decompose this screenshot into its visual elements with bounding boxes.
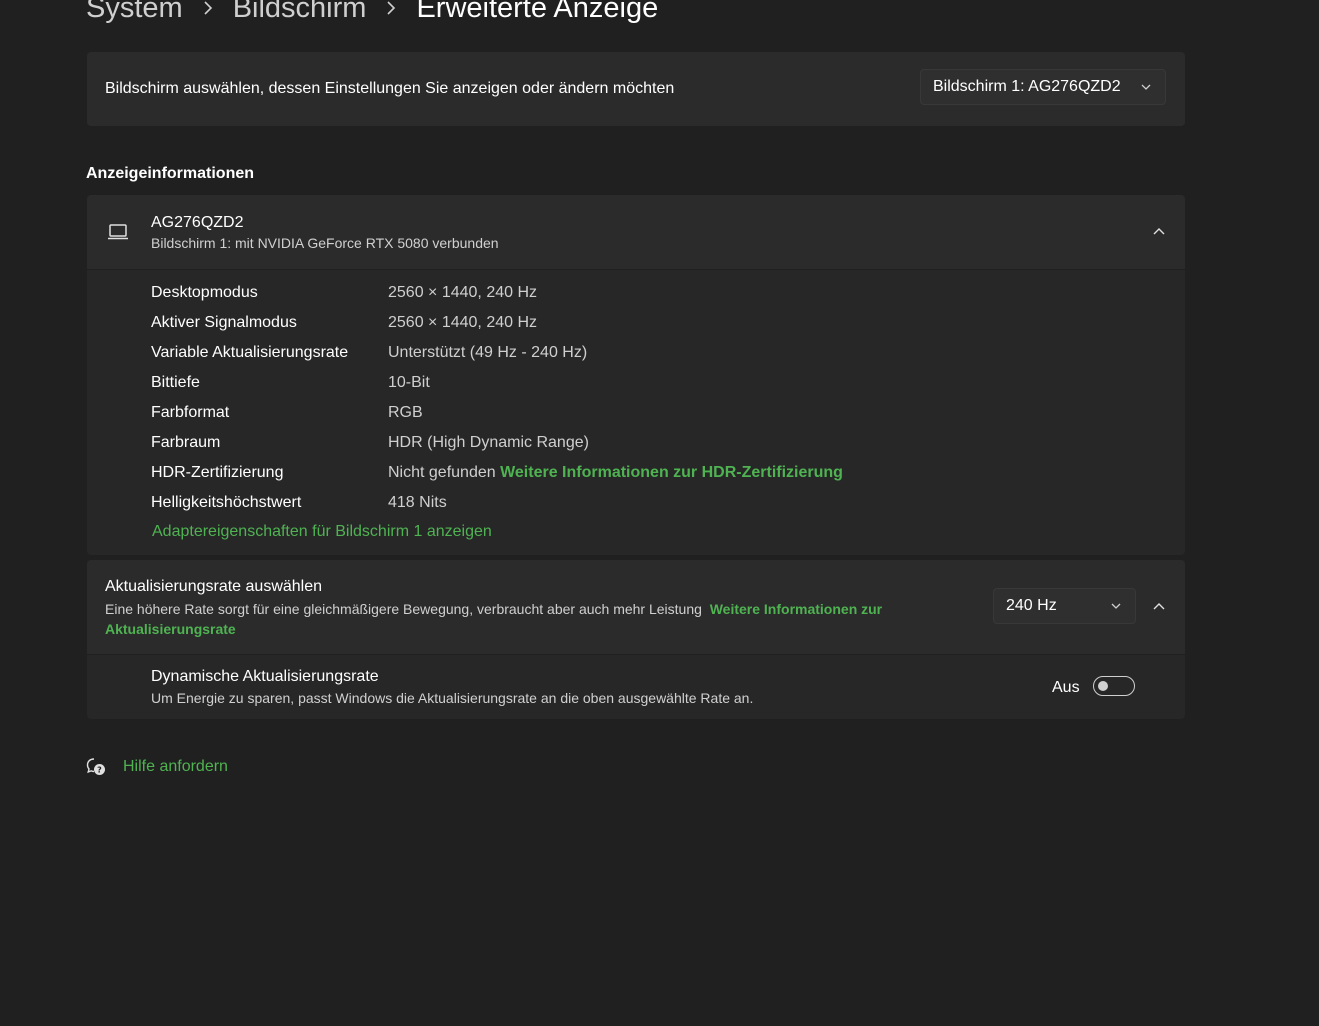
refresh-rate-description: Eine höhere Rate sorgt für eine gleichmä… (105, 599, 955, 639)
select-display-label: Bildschirm auswählen, dessen Einstellung… (105, 80, 675, 97)
refresh-rate-title: Aktualisierungsrate auswählen (105, 578, 323, 595)
section-title-display-info: Anzeigeinformationen (86, 165, 255, 182)
info-key: Variable Aktualisierungsrate (151, 344, 349, 361)
chevron-up-icon[interactable] (1153, 601, 1165, 613)
svg-text:?: ? (97, 766, 102, 775)
breadcrumb-item-system[interactable]: System (86, 0, 183, 28)
chevron-right-icon (203, 1, 213, 15)
refresh-rate-dropdown[interactable]: 240 Hz (993, 588, 1136, 624)
info-value: RGB (388, 404, 423, 421)
info-value: HDR (High Dynamic Range) (388, 434, 589, 451)
info-key: HDR-Zertifizierung (151, 464, 284, 481)
laptop-icon (108, 224, 128, 240)
breadcrumb-item-bildschirm[interactable]: Bildschirm (233, 0, 367, 28)
page-title: Erweiterte Anzeige (416, 0, 659, 24)
select-display-card: Bildschirm auswählen, dessen Einstellung… (87, 52, 1185, 126)
info-value: Nicht gefunden (388, 464, 496, 481)
info-key: Aktiver Signalmodus (151, 314, 297, 331)
info-value: 2560 × 1440, 240 Hz (388, 284, 538, 301)
chevron-down-icon (1141, 84, 1151, 90)
refresh-rate-description-text: Eine höhere Rate sorgt für eine gleichmä… (105, 601, 702, 617)
breadcrumb: System Bildschirm Erweiterte Anzeige (86, 0, 658, 28)
info-value: 418 Nits (388, 494, 447, 511)
refresh-rate-card: Aktualisierungsrate auswählen Eine höher… (87, 560, 1185, 654)
info-key: Farbformat (151, 404, 230, 421)
dynamic-refresh-toggle[interactable] (1093, 676, 1135, 696)
chevron-right-icon (386, 1, 396, 15)
info-key: Farbraum (151, 434, 221, 451)
info-value: 2560 × 1440, 240 Hz (388, 314, 538, 331)
help-label[interactable]: Hilfe anfordern (123, 758, 228, 776)
refresh-rate-value: 240 Hz (1006, 597, 1057, 614)
info-key: Desktopmodus (151, 284, 258, 301)
dynamic-refresh-state: Aus (1052, 679, 1080, 696)
help-link[interactable]: ? Hilfe anfordern (86, 757, 228, 777)
help-chat-icon: ? (86, 758, 105, 775)
info-value: Unterstützt (49 Hz - 240 Hz) (388, 344, 588, 361)
toggle-knob (1098, 681, 1108, 691)
info-value-with-link: Nicht gefunden Weitere Informationen zur… (388, 462, 843, 484)
info-key: Helligkeitshöchstwert (151, 494, 302, 511)
info-value: 10-Bit (388, 374, 430, 391)
chevron-down-icon (1111, 603, 1121, 609)
dynamic-refresh-description: Um Energie zu sparen, passt Windows die … (151, 690, 754, 706)
advanced-display-page: System Bildschirm Erweiterte Anzeige Bil… (0, 0, 1319, 1026)
info-key: Bittiefe (151, 374, 200, 391)
chevron-up-icon[interactable] (1153, 226, 1165, 238)
display-info-header[interactable]: AG276QZD2 Bildschirm 1: mit NVIDIA GeFor… (87, 195, 1185, 269)
display-info-details: Desktopmodus 2560 × 1440, 240 Hz Aktiver… (87, 270, 1185, 555)
display-select-dropdown[interactable]: Bildschirm 1: AG276QZD2 (920, 69, 1166, 105)
display-connection: Bildschirm 1: mit NVIDIA GeForce RTX 508… (151, 235, 499, 251)
display-name: AG276QZD2 (151, 214, 244, 231)
hdr-certification-link[interactable]: Weitere Informationen zur HDR-Zertifizie… (500, 464, 843, 481)
dynamic-refresh-card: Dynamische Aktualisierungsrate Um Energi… (87, 655, 1185, 719)
dynamic-refresh-title: Dynamische Aktualisierungsrate (151, 668, 379, 685)
display-select-value: Bildschirm 1: AG276QZD2 (933, 78, 1121, 95)
adapter-properties-link[interactable]: Adaptereigenschaften für Bildschirm 1 an… (152, 523, 492, 541)
